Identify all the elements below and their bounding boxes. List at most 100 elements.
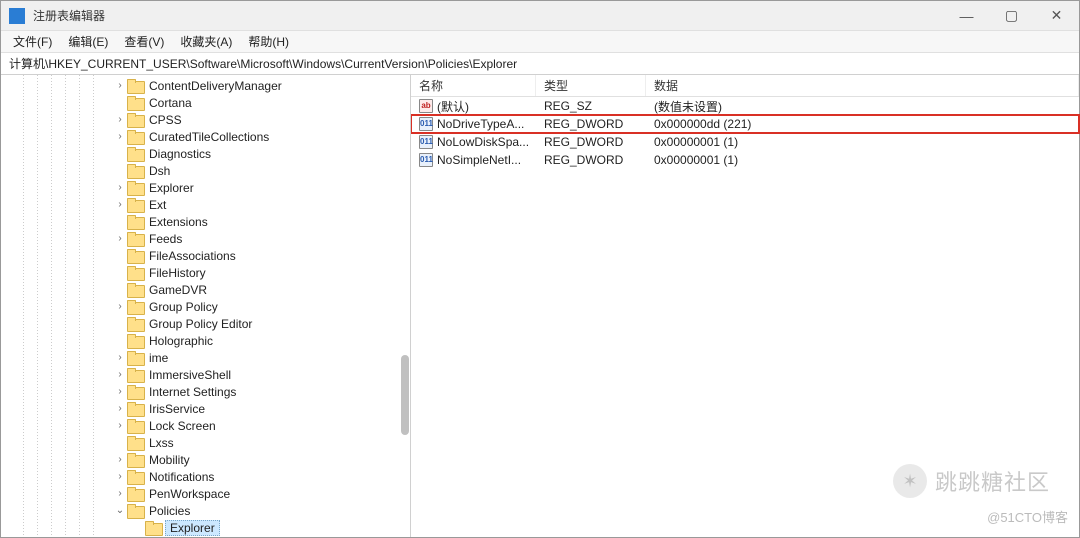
tree-node[interactable]: Holographic bbox=[1, 332, 410, 349]
header-name[interactable]: 名称 bbox=[411, 75, 536, 96]
tree-node-label: FileHistory bbox=[147, 266, 208, 280]
menu-file[interactable]: 文件(F) bbox=[5, 31, 60, 52]
tree-twisty-icon[interactable]: › bbox=[113, 386, 127, 397]
tree-node-label: Diagnostics bbox=[147, 147, 213, 161]
tree-node[interactable]: › CPSS bbox=[1, 111, 410, 128]
value-name-cell: 011NoLowDiskSpa... bbox=[411, 135, 536, 149]
folder-icon bbox=[127, 402, 143, 415]
list-header[interactable]: 名称 类型 数据 bbox=[411, 75, 1079, 97]
tree-node[interactable]: ›Group Policy bbox=[1, 298, 410, 315]
tree-twisty-icon[interactable]: › bbox=[113, 301, 127, 312]
menu-view[interactable]: 查看(V) bbox=[116, 31, 172, 52]
tree-node[interactable]: Group Policy Editor bbox=[1, 315, 410, 332]
value-data: 0x00000001 (1) bbox=[646, 135, 1079, 149]
value-name-cell: 011NoDriveTypeA... bbox=[411, 117, 536, 131]
minimize-button[interactable]: — bbox=[944, 1, 989, 30]
tree-node[interactable]: Lxss bbox=[1, 434, 410, 451]
folder-icon bbox=[127, 266, 143, 279]
tree-twisty-icon[interactable]: ⌄ bbox=[113, 505, 127, 516]
tree-node-label: GameDVR bbox=[147, 283, 209, 297]
value-data: 0x000000dd (221) bbox=[646, 117, 1079, 131]
tree-twisty-icon[interactable]: › bbox=[113, 403, 127, 414]
tree-twisty-icon[interactable]: › bbox=[113, 454, 127, 465]
tree-node[interactable]: ⌄ Policies bbox=[1, 502, 410, 519]
tree-node-label: PenWorkspace bbox=[147, 487, 232, 501]
tree-node-label: Holographic bbox=[147, 334, 215, 348]
value-row[interactable]: 011NoLowDiskSpa...REG_DWORD0x00000001 (1… bbox=[411, 133, 1079, 151]
tree-twisty-icon[interactable]: › bbox=[113, 131, 127, 142]
tree-node[interactable]: Cortana bbox=[1, 94, 410, 111]
folder-icon bbox=[127, 249, 143, 262]
value-name: NoDriveTypeA... bbox=[437, 117, 524, 131]
tree-node[interactable]: ›Explorer bbox=[1, 179, 410, 196]
tree-scrollbar-thumb[interactable] bbox=[401, 355, 409, 435]
tree-node-label: ImmersiveShell bbox=[147, 368, 233, 382]
tree-node-label: Lock Screen bbox=[147, 419, 218, 433]
tree-node[interactable]: FileHistory bbox=[1, 264, 410, 281]
addressbar[interactable]: 计算机\HKEY_CURRENT_USER\Software\Microsoft… bbox=[1, 53, 1079, 75]
tree-node[interactable]: ›Ext bbox=[1, 196, 410, 213]
tree-node[interactable]: › Lock Screen bbox=[1, 417, 410, 434]
tree-node-label: IrisService bbox=[147, 402, 207, 416]
tree-twisty-icon[interactable]: › bbox=[113, 369, 127, 380]
folder-icon bbox=[127, 232, 143, 245]
tree-node[interactable]: ›Notifications bbox=[1, 468, 410, 485]
tree-node[interactable]: ›PrecisionTouchPad bbox=[1, 536, 410, 537]
tree-pane[interactable]: ›ContentDeliveryManagerCortana › CPSS›Cura… bbox=[1, 75, 411, 537]
value-data: (数值未设置) bbox=[646, 98, 1079, 115]
tree-node[interactable]: › PenWorkspace bbox=[1, 485, 410, 502]
tree-node-label: Policies bbox=[147, 504, 192, 518]
tree-twisty-icon[interactable]: › bbox=[113, 80, 127, 91]
menu-edit[interactable]: 编辑(E) bbox=[60, 31, 116, 52]
titlebar[interactable]: 注册表编辑器 — ▢ ✕ bbox=[1, 1, 1079, 31]
tree-twisty-icon[interactable]: › bbox=[113, 114, 127, 125]
list-rows: ab(默认)REG_SZ(数值未设置)011NoDriveTypeA...REG… bbox=[411, 97, 1079, 537]
folder-icon bbox=[127, 164, 143, 177]
tree-node[interactable]: › Mobility bbox=[1, 451, 410, 468]
tree-node[interactable]: Diagnostics bbox=[1, 145, 410, 162]
string-value-icon: ab bbox=[419, 99, 433, 113]
tree-twisty-icon[interactable]: › bbox=[113, 471, 127, 482]
value-row[interactable]: 011NoDriveTypeA...REG_DWORD0x000000dd (2… bbox=[411, 115, 1079, 133]
tree-node[interactable]: › IrisService bbox=[1, 400, 410, 417]
maximize-button[interactable]: ▢ bbox=[989, 1, 1034, 30]
value-row[interactable]: ab (默认) REG_SZ(数值未设置) bbox=[411, 97, 1079, 115]
value-row[interactable]: 011NoSimpleNetI...REG_DWORD0x00000001 (1… bbox=[411, 151, 1079, 169]
folder-icon bbox=[127, 334, 143, 347]
tree-node-label: FileAssociations bbox=[147, 249, 238, 263]
tree-twisty-icon[interactable]: › bbox=[113, 420, 127, 431]
tree-twisty-icon[interactable]: › bbox=[113, 488, 127, 499]
value-type: REG_DWORD bbox=[536, 135, 646, 149]
menu-help[interactable]: 帮助(H) bbox=[240, 31, 297, 52]
tree-node[interactable]: ›Internet Settings bbox=[1, 383, 410, 400]
folder-icon bbox=[127, 181, 143, 194]
tree-node[interactable]: Dsh bbox=[1, 162, 410, 179]
header-type[interactable]: 类型 bbox=[536, 75, 646, 96]
folder-icon bbox=[127, 317, 143, 330]
tree-node-label: Mobility bbox=[147, 453, 192, 467]
tree-node[interactable]: Explorer bbox=[1, 519, 410, 536]
tree-node[interactable]: GameDVR bbox=[1, 281, 410, 298]
tree-twisty-icon[interactable]: › bbox=[113, 352, 127, 363]
tree-node[interactable]: › ImmersiveShell bbox=[1, 366, 410, 383]
tree-node[interactable]: ›ime bbox=[1, 349, 410, 366]
dword-value-icon: 011 bbox=[419, 153, 433, 167]
close-button[interactable]: ✕ bbox=[1034, 1, 1079, 30]
window-controls: — ▢ ✕ bbox=[944, 1, 1079, 30]
value-type: REG_DWORD bbox=[536, 153, 646, 167]
tree-node[interactable]: Extensions bbox=[1, 213, 410, 230]
tree-twisty-icon[interactable]: › bbox=[113, 199, 127, 210]
menu-favorites[interactable]: 收藏夹(A) bbox=[172, 31, 240, 52]
tree-node-label: CPSS bbox=[147, 113, 184, 127]
folder-icon bbox=[127, 130, 143, 143]
tree-twisty-icon[interactable]: › bbox=[113, 233, 127, 244]
tree-node[interactable]: ›ContentDeliveryManager bbox=[1, 77, 410, 94]
tree-twisty-icon[interactable]: › bbox=[113, 182, 127, 193]
tree-node[interactable]: ›CuratedTileCollections bbox=[1, 128, 410, 145]
value-name: (默认) bbox=[437, 98, 469, 115]
tree-node[interactable]: ›Feeds bbox=[1, 230, 410, 247]
folder-icon bbox=[127, 147, 143, 160]
value-type: REG_SZ bbox=[536, 99, 646, 113]
header-data[interactable]: 数据 bbox=[646, 75, 1079, 96]
tree-node[interactable]: FileAssociations bbox=[1, 247, 410, 264]
